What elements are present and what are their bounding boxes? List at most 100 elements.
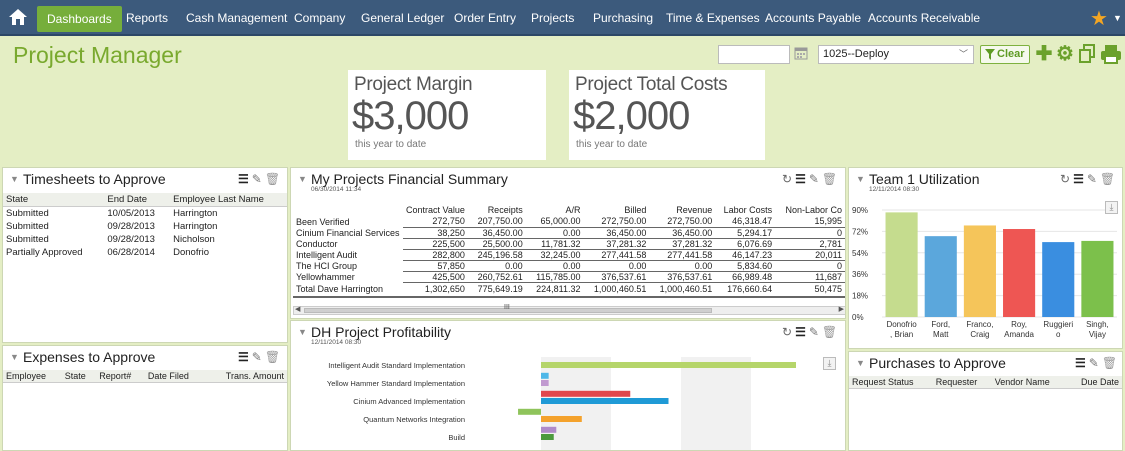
- column-header[interactable]: A/R: [526, 204, 584, 216]
- edit-icon[interactable]: ✎: [1089, 356, 1099, 370]
- nav-general-ledger[interactable]: General Ledger: [361, 0, 444, 36]
- edit-icon[interactable]: ✎: [252, 172, 262, 186]
- table-row[interactable]: Submitted 09/28/2013 Nicholson: [3, 233, 287, 246]
- panel-tools: ↻ ☰ ✎ 🗑: [1057, 172, 1115, 186]
- column-header[interactable]: Billed: [584, 204, 650, 216]
- project-select[interactable]: 1025--Deploy ﹀: [818, 45, 974, 64]
- grid-icon[interactable]: ☰: [795, 325, 806, 339]
- collapse-icon[interactable]: ▼: [856, 358, 865, 368]
- collapse-icon[interactable]: ▼: [856, 174, 865, 184]
- column-header[interactable]: Employee: [3, 370, 62, 383]
- nav-cash-management[interactable]: Cash Management: [186, 0, 287, 36]
- home-icon[interactable]: [8, 8, 28, 26]
- column-header[interactable]: Request Status: [849, 376, 933, 389]
- table-row[interactable]: The HCI Group 57,850 0.00 0.00 0.00 0.00 5,834…: [293, 260, 845, 272]
- table-row[interactable]: Been Verified 272,750 207,750.00 65,000.00 2…: [293, 216, 845, 228]
- nav-purchasing[interactable]: Purchasing: [593, 0, 653, 36]
- grid-icon[interactable]: ☰: [1075, 356, 1086, 370]
- download-icon[interactable]: ⤓: [1105, 201, 1118, 214]
- cell: Total Dave Harrington: [293, 282, 403, 298]
- total-row[interactable]: Total Dave Harrington 1,302,650 775,649.19…: [293, 282, 845, 298]
- column-header[interactable]: Date Filed: [144, 370, 205, 383]
- print-icon[interactable]: [1100, 44, 1122, 64]
- cell: 37,281.32: [583, 238, 650, 250]
- column-header[interactable]: Employee Last Name: [170, 193, 287, 207]
- trash-icon[interactable]: 🗑: [265, 172, 280, 186]
- column-header[interactable]: Trans. Amount: [204, 370, 287, 383]
- nav-accounts-payable[interactable]: Accounts Payable: [765, 0, 861, 36]
- download-icon[interactable]: ⤓: [823, 357, 836, 370]
- x-tick-label: Ruggieri: [1043, 320, 1073, 329]
- add-icon[interactable]: ✚: [1034, 44, 1054, 64]
- table-row[interactable]: Submitted 10/05/2013 Harrington: [3, 207, 287, 221]
- table-row[interactable]: Conductor 225,500 25,500.00 11,781.32 37,281…: [293, 238, 845, 250]
- table-row[interactable]: Intelligent Audit 282,800 245,196.58 32,245…: [293, 249, 845, 261]
- trash-icon[interactable]: 🗑: [265, 350, 280, 364]
- cell: 376,537.61: [649, 271, 716, 283]
- collapse-icon[interactable]: ▼: [298, 174, 307, 184]
- grid-icon[interactable]: ☰: [795, 172, 806, 186]
- table-row[interactable]: Cinium Financial Services 38,250 36,450.00…: [293, 227, 845, 239]
- refresh-icon[interactable]: ↻: [782, 172, 792, 186]
- calendar-icon[interactable]: [794, 46, 808, 60]
- column-header[interactable]: Due Date: [1067, 376, 1122, 389]
- bar: [541, 416, 582, 422]
- collapse-icon[interactable]: ▼: [10, 174, 19, 184]
- column-header[interactable]: State: [3, 193, 105, 207]
- horizontal-scrollbar[interactable]: ◀ III ▶: [293, 304, 845, 315]
- column-header[interactable]: Requester: [932, 376, 992, 389]
- column-header[interactable]: Vendor Name: [991, 376, 1068, 389]
- chevron-down-icon[interactable]: ▼: [1113, 13, 1122, 23]
- cell: 37,281.32: [649, 238, 716, 250]
- grid-icon[interactable]: ☰: [238, 350, 249, 364]
- page-title: Project Manager: [13, 42, 182, 68]
- nav-company[interactable]: Company: [294, 0, 345, 36]
- table-row[interactable]: Yellowhammer 425,500 260,752.61 115,785.00 3…: [293, 271, 845, 283]
- table-row[interactable]: Submitted 09/28/2013 Harrington: [3, 220, 287, 233]
- scroll-right-icon[interactable]: ▶: [839, 305, 844, 313]
- grid-icon[interactable]: ☰: [238, 172, 249, 186]
- nav-dashboards[interactable]: Dashboards: [37, 6, 122, 32]
- clear-filter-button[interactable]: Clear: [980, 45, 1030, 64]
- favorites-star-icon[interactable]: ★: [1090, 6, 1108, 31]
- nav-reports[interactable]: Reports: [126, 0, 168, 36]
- grid-icon[interactable]: ☰: [1073, 172, 1084, 186]
- gear-icon[interactable]: ⚙: [1055, 44, 1075, 64]
- edit-icon[interactable]: ✎: [252, 350, 262, 364]
- edit-icon[interactable]: ✎: [809, 172, 819, 186]
- copy-icon[interactable]: [1078, 44, 1096, 64]
- nav-time-expenses[interactable]: Time & Expenses: [666, 0, 760, 36]
- table-row[interactable]: Partially Approved 06/28/2014 Donofrio: [3, 246, 287, 259]
- purchases-table: Request Status Requester Vendor Name Due…: [849, 376, 1122, 389]
- nav-order-entry[interactable]: Order Entry: [454, 0, 516, 36]
- collapse-icon[interactable]: ▼: [298, 327, 307, 337]
- y-tick-label: 90%: [852, 206, 868, 215]
- cell: 57,850: [402, 260, 468, 272]
- edit-icon[interactable]: ✎: [1087, 172, 1097, 186]
- panel-date: 12/11/2014 08:30: [869, 186, 920, 193]
- trash-icon[interactable]: 🗑: [1100, 172, 1115, 186]
- trash-icon[interactable]: 🗑: [1102, 356, 1117, 370]
- cell: 775,649.19: [467, 282, 526, 298]
- trash-icon[interactable]: 🗑: [822, 325, 837, 339]
- edit-icon[interactable]: ✎: [809, 325, 819, 339]
- refresh-icon[interactable]: ↻: [1060, 172, 1070, 186]
- column-header[interactable]: Revenue: [649, 204, 715, 216]
- nav-accounts-receivable[interactable]: Accounts Receivable: [868, 0, 980, 36]
- column-header[interactable]: State: [61, 370, 97, 383]
- nav-projects[interactable]: Projects: [531, 0, 574, 36]
- cell: 15,995: [775, 216, 845, 228]
- date-input[interactable]: [718, 45, 790, 64]
- column-header[interactable]: Receipts: [468, 204, 526, 216]
- panel-title: DH Project Profitability: [311, 324, 452, 340]
- column-header[interactable]: Report#: [96, 370, 145, 383]
- column-header[interactable]: Labor Costs: [715, 204, 775, 216]
- refresh-icon[interactable]: ↻: [782, 325, 792, 339]
- cell: 282,800: [402, 249, 468, 261]
- scroll-left-icon[interactable]: ◀: [295, 305, 300, 313]
- trash-icon[interactable]: 🗑: [822, 172, 837, 186]
- column-header[interactable]: Non-Labor Co: [775, 204, 845, 216]
- column-header[interactable]: Contract Value: [403, 204, 468, 216]
- collapse-icon[interactable]: ▼: [10, 352, 19, 362]
- column-header[interactable]: End Date: [104, 193, 171, 207]
